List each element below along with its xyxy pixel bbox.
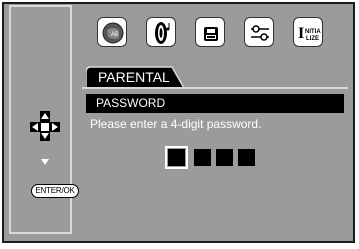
pin-digit-4[interactable]: [238, 149, 255, 166]
password-instruction: Please enter a 4-digit password.: [90, 117, 262, 131]
navigation-panel: ENTER/OK: [9, 5, 79, 234]
initialize-icon[interactable]: I NITIA LIZE: [293, 17, 323, 47]
language-icon[interactable]: AB: [97, 17, 127, 47]
pin-digit-1[interactable]: [165, 146, 188, 169]
pin-digit-3[interactable]: [216, 149, 233, 166]
arrow-up-icon[interactable]: [41, 113, 49, 119]
arrow-right-icon[interactable]: [52, 123, 58, 131]
lock-icon[interactable]: [195, 17, 225, 47]
down-indicator-icon: [41, 159, 49, 165]
svg-text:NITIA: NITIA: [305, 29, 321, 35]
dpad-icon[interactable]: [30, 111, 60, 141]
svg-text:LIZE: LIZE: [306, 36, 319, 42]
arrow-down-icon[interactable]: [41, 133, 49, 139]
tab-label: PARENTAL: [98, 69, 170, 85]
pin-digit-2[interactable]: [194, 149, 211, 166]
menu-icon-bar: AB I NITIA LIZE: [78, 5, 344, 63]
arrow-left-icon[interactable]: [32, 123, 38, 131]
audio-icon[interactable]: [146, 17, 176, 47]
svg-text:AB: AB: [111, 32, 119, 38]
password-header: PASSWORD: [86, 94, 344, 113]
enter-ok-button[interactable]: ENTER/OK: [31, 184, 79, 198]
settings-icon[interactable]: [244, 17, 274, 47]
password-header-label: PASSWORD: [96, 96, 166, 110]
svg-text:I: I: [298, 25, 304, 42]
tab-parental[interactable]: PARENTAL: [86, 66, 186, 88]
